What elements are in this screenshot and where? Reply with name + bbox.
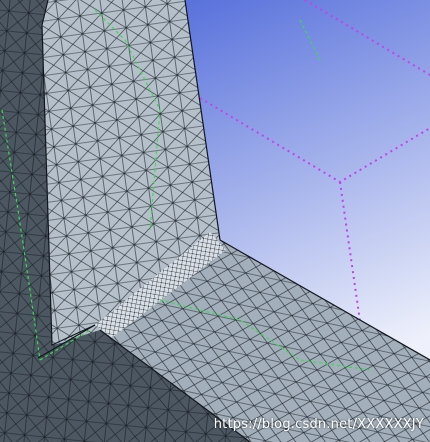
mesh-view[interactable] [0, 0, 430, 442]
graphics-viewport[interactable]: https://blog.csdn.net/XXXXXXJY [0, 0, 430, 442]
watermark-url: https://blog.csdn.net/XXXXXXJY [213, 417, 424, 432]
